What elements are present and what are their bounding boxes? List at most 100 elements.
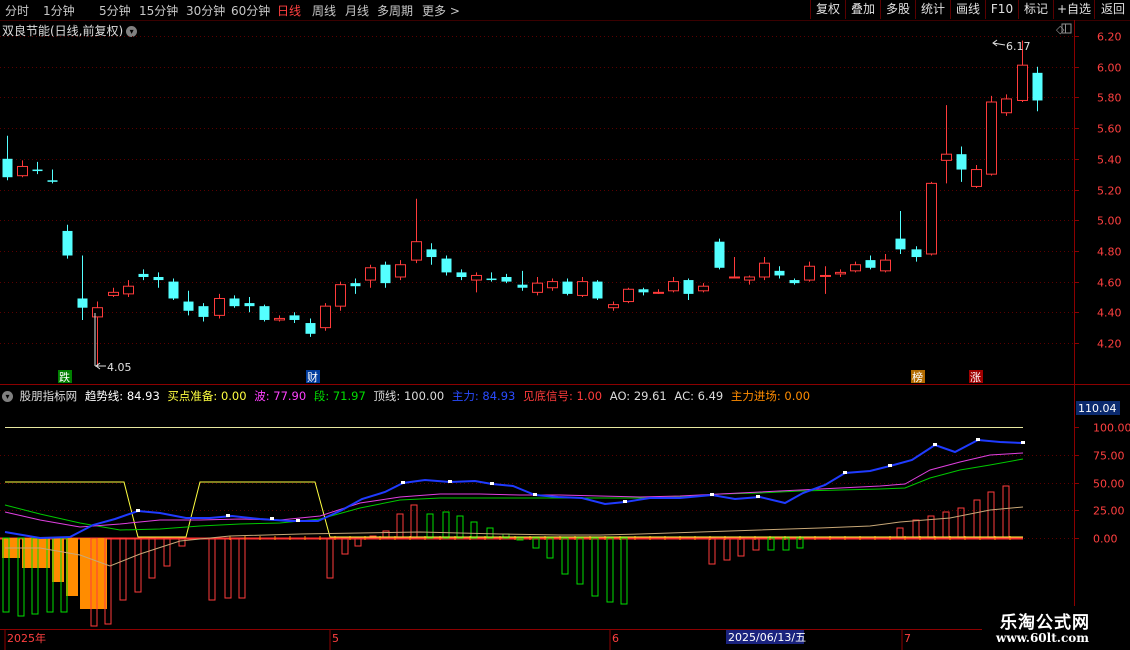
trend-marker xyxy=(756,495,760,498)
histogram-bar xyxy=(60,537,68,613)
candle xyxy=(804,261,815,282)
candle-body xyxy=(638,289,649,293)
draw-line-button[interactable]: 画线 xyxy=(950,0,985,19)
f10-button[interactable]: F10 xyxy=(985,0,1018,19)
period-tab-daily[interactable]: 日线 xyxy=(277,2,301,19)
histogram-bar xyxy=(1002,485,1010,539)
indicator-segment-value: 段: 71.97 xyxy=(313,389,366,403)
period-tab-monthly[interactable]: 月线 xyxy=(345,2,369,19)
candle xyxy=(547,278,558,291)
candle xyxy=(365,264,376,288)
candle xyxy=(623,287,634,304)
candle xyxy=(47,169,58,184)
event-marker-finance-text: 财 xyxy=(307,370,318,384)
period-tab-30min[interactable]: 30分钟 xyxy=(186,2,225,19)
candle-body xyxy=(198,306,209,317)
chart-canvas[interactable]: ◇ 6.20 6.00 5.80 5.60 5.40 5.20 5.00 4.80 4.60 4.… xyxy=(0,0,1130,650)
histogram-bar xyxy=(442,511,450,539)
indicator-dropdown-icon[interactable]: ▾ xyxy=(2,391,13,402)
window-toggle-icon[interactable] xyxy=(1061,23,1072,34)
price-tick-label: 6.00 xyxy=(1097,62,1122,75)
candle-body xyxy=(350,283,361,287)
candle-body xyxy=(77,298,88,308)
histogram-bar xyxy=(456,515,464,539)
indicator-axis: 100.00 75.00 50.00 25.00 0.00 xyxy=(1074,422,1130,546)
candle-body xyxy=(138,273,149,277)
candle xyxy=(486,272,497,282)
multi-stock-button[interactable]: 多股 xyxy=(880,0,915,19)
candle xyxy=(183,290,194,316)
histogram-bar xyxy=(470,521,478,539)
add-watchlist-button[interactable]: +自选 xyxy=(1053,0,1094,19)
candle-body xyxy=(517,284,528,288)
overlay-button[interactable]: 叠加 xyxy=(845,0,880,19)
histogram-bar xyxy=(896,527,904,539)
indicator-name[interactable]: 股朋指标网 xyxy=(20,389,78,403)
candle xyxy=(168,278,179,301)
back-button[interactable]: 返回 xyxy=(1094,0,1130,19)
low-price-marker: 4.05 xyxy=(94,313,132,374)
histogram-bar xyxy=(796,537,804,549)
candle xyxy=(729,257,740,279)
period-tab-more[interactable]: 更多 > xyxy=(422,2,460,19)
title-dropdown-icon[interactable]: ▾ xyxy=(126,26,138,37)
candle-body xyxy=(804,265,815,281)
date-label-may: 5 xyxy=(332,632,339,645)
mark-button[interactable]: 标记 xyxy=(1018,0,1053,19)
candle-body xyxy=(168,281,179,299)
candle xyxy=(244,296,255,313)
statistics-button[interactable]: 统计 xyxy=(915,0,950,19)
candle xyxy=(92,301,103,367)
indicator-title-bar: ▾ 股朋指标网 趋势线: 84.93 买点准备: 0.00 波: 77.90 段… xyxy=(2,388,814,404)
price-tick-label: 4.60 xyxy=(1097,277,1122,290)
histogram-bar xyxy=(396,513,404,539)
trend-marker xyxy=(401,481,405,484)
indicator-trend-value: 趋势线: 84.93 xyxy=(84,389,160,403)
trend-marker xyxy=(710,493,714,496)
restore-right-button[interactable]: 复权 xyxy=(810,0,845,19)
diamond-icon[interactable]: ◇ xyxy=(1056,23,1065,36)
trend-marker xyxy=(490,482,494,485)
low-price-label: 4.05 xyxy=(107,361,132,374)
candle-body xyxy=(880,259,891,272)
date-label-july: 7 xyxy=(904,632,911,645)
candle xyxy=(289,312,300,324)
period-tab-1min[interactable]: 1分钟 xyxy=(43,2,75,19)
event-marker-finance[interactable]: 财 xyxy=(306,370,320,384)
period-tab-timeshare[interactable]: 分时 xyxy=(5,2,29,19)
chart-title: 双良节能(日线,前复权) ▾ xyxy=(2,22,138,39)
candle xyxy=(517,270,528,291)
indicator-grid xyxy=(0,455,1074,540)
date-label-june: 6 xyxy=(612,632,619,645)
candle xyxy=(153,272,164,288)
candle xyxy=(1001,94,1012,116)
candle-body xyxy=(274,317,285,321)
candle xyxy=(653,289,664,294)
candle xyxy=(865,255,876,270)
event-marker-drop[interactable]: 跌 xyxy=(58,370,72,384)
histogram-bar xyxy=(224,537,232,599)
candle-body xyxy=(335,284,346,307)
candle-body xyxy=(441,258,452,273)
period-tab-60min[interactable]: 60分钟 xyxy=(231,2,270,19)
price-tick-label: 5.00 xyxy=(1097,215,1122,228)
candle-body xyxy=(608,304,619,309)
ao-line xyxy=(5,506,1024,567)
period-tab-5min[interactable]: 5分钟 xyxy=(99,2,131,19)
candle xyxy=(77,255,88,320)
candle-body xyxy=(835,271,846,275)
event-marker-board[interactable]: 榜 xyxy=(911,370,925,384)
candle-body xyxy=(123,285,134,295)
histogram-bar xyxy=(737,537,745,557)
wave-line xyxy=(4,452,1024,528)
period-tab-15min[interactable]: 15分钟 xyxy=(139,2,178,19)
histogram-bar xyxy=(973,499,981,539)
event-marker-rise[interactable]: 涨 xyxy=(969,370,983,384)
histogram-bar xyxy=(532,537,540,549)
period-tab-weekly[interactable]: 周线 xyxy=(312,2,336,19)
price-tick-label: 4.40 xyxy=(1097,307,1122,320)
trend-marker xyxy=(623,500,627,503)
candle-body xyxy=(789,280,800,284)
candle xyxy=(380,261,391,288)
period-tab-multi[interactable]: 多周期 xyxy=(377,2,413,19)
